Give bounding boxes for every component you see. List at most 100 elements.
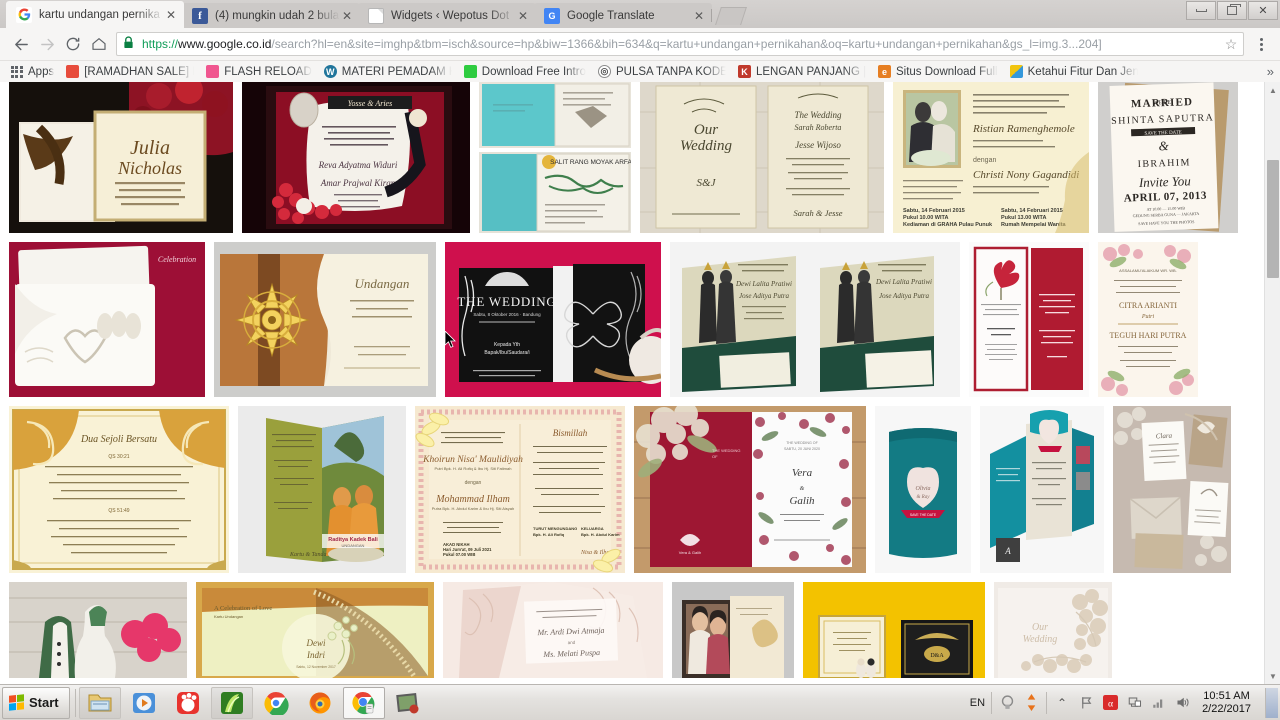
bookmark-label: FLASH RELOAD (224, 65, 312, 78)
result-javanese-couple-photo-card[interactable]: Raditya Kadek Bali UNDANGAN Kartu & Tand… (238, 406, 406, 573)
chrome-menu-icon[interactable] (1250, 37, 1272, 51)
apps-shortcut[interactable]: Apps (4, 62, 60, 81)
tray-divider (991, 691, 993, 714)
signal-icon[interactable] (1149, 694, 1167, 712)
taskbar-media-player[interactable] (123, 687, 165, 719)
result-lace-ribbon-cream-invitation[interactable]: Julia Nicholas (9, 82, 233, 233)
bookmark-label: [RAMADHAN SALE] B (84, 65, 195, 78)
back-icon[interactable] (8, 31, 34, 57)
bookmark-item-0[interactable]: [RAMADHAN SALE] B (60, 62, 200, 81)
taskbar-image-viewer[interactable] (387, 687, 429, 719)
minimize-button[interactable] (1186, 1, 1216, 20)
language-indicator[interactable]: EN (970, 697, 985, 709)
result-frangipani-pink-border-invitation[interactable]: Khoirun Nisa' Maulidiyah Putri Bpk. H. A… (415, 406, 625, 573)
svg-text:Putri Bpk. H. Ali Rofiq & Ibu: Putri Bpk. H. Ali Rofiq & Ibu Hj. Siti F… (435, 466, 512, 471)
antivirus-icon[interactable]: α (1101, 694, 1119, 712)
taskbar-gom-player[interactable] (167, 687, 209, 719)
result-floral-border-cream-invitation[interactable]: ASSALAMU'ALAIKUM WR. WB. CITRA ARIANTI P… (1098, 242, 1198, 397)
home-icon[interactable] (86, 31, 112, 57)
svg-text:Kartu Undangan: Kartu Undangan (214, 614, 243, 619)
taskbar-kmplayer[interactable] (210, 686, 253, 719)
result-white-embossed-heart-envelope[interactable]: Celebration (9, 242, 205, 397)
scrollbar-thumb[interactable] (1267, 160, 1279, 278)
svg-text:Wedding: Wedding (1023, 634, 1058, 645)
address-bar[interactable]: https://www.google.co.id/search?hl=en&si… (116, 32, 1244, 56)
result-our-wedding-cream-pair[interactable]: Our Wedding S&J The Wedding Sarah Robert… (640, 82, 884, 233)
bookmark-item-5[interactable]: K LENGAN PANJANG | (732, 62, 872, 81)
result-bride-groom-figurine-card[interactable] (9, 582, 187, 678)
page-scrollbar[interactable]: ▲ ▼ (1264, 82, 1280, 684)
bookmark-item-6[interactable]: e Situs Download Full (872, 62, 1004, 81)
idm-icon[interactable] (998, 694, 1016, 712)
svg-text:A: A (1004, 546, 1011, 556)
tab-close-icon[interactable]: ✕ (340, 10, 354, 22)
tab-close-icon[interactable]: ✕ (692, 10, 706, 22)
new-tab-button[interactable] (715, 7, 747, 25)
show-desktop-button[interactable] (1265, 687, 1278, 718)
tab-3[interactable]: G Google Translate ✕ (534, 3, 712, 28)
bookmarks-overflow-icon[interactable]: » (1267, 64, 1274, 79)
forward-icon[interactable] (34, 31, 60, 57)
taskbar-file-explorer[interactable] (78, 686, 121, 719)
tab-1[interactable]: f (4) mungkin udah 2 bula ✕ (182, 3, 360, 28)
result-teal-pocket-fold-closed[interactable]: Olivia & Ray SAVE THE DATE (875, 406, 971, 573)
result-gold-mandala-brown-invitation[interactable]: Undangan (214, 242, 436, 397)
tab-0[interactable]: kartu undangan pernika ✕ (6, 1, 184, 28)
taskbar-mozilla-firefox[interactable] (299, 687, 341, 719)
volume-icon[interactable] (1173, 694, 1191, 712)
bookmark-item-4[interactable]: ◎ PULSA TANPA KODE (592, 62, 732, 81)
svg-text:Bapak/Ibu/Saudara/i: Bapak/Ibu/Saudara/i (484, 350, 529, 356)
result-javanese-couple-green-folder[interactable]: Dewi Lalita Pratiwi Jose Aditya Putra De… (670, 242, 960, 397)
result-maroon-frame-invitation[interactable]: Yosse & Aries Reva Adyatma Widuri Amar P… (242, 82, 470, 233)
tab-close-icon[interactable]: ✕ (516, 10, 530, 22)
result-ornate-gold-corner-invitation[interactable]: Dua Sejoli Bersatu QS 30:21 QS 51:49 (9, 406, 229, 573)
tab-2[interactable]: Widgets ‹ Wepotus Dot ✕ (358, 3, 536, 28)
maximize-button[interactable] (1217, 1, 1247, 20)
svg-text:SALIT RANG MOYAK ARFA: SALIT RANG MOYAK ARFA (550, 159, 631, 166)
taskbar-clock[interactable]: 10:51 AM 2/22/2017 (1197, 690, 1256, 716)
result-rustic-kraft-flatlay-suite[interactable]: Clara (1113, 406, 1231, 573)
result-teal-envelope-map-invitation[interactable]: SALIT RANG MOYAK ARFA (479, 82, 631, 233)
scroll-down-icon[interactable]: ▼ (1265, 668, 1280, 684)
results-row-2: Celebration Undangan THE WEDDING Sabtu, … (0, 242, 1280, 397)
close-button[interactable]: ✕ (1248, 1, 1278, 20)
svg-text:Kediaman di GRAHA Pulau Punuk: Kediaman di GRAHA Pulau Punuk (903, 222, 993, 228)
show-hidden-icons-icon[interactable]: ⌃ (1053, 694, 1071, 712)
clock-time: 10:51 AM (1203, 689, 1250, 702)
taskbar-google-chrome[interactable] (255, 687, 297, 719)
download-arrows-icon[interactable] (1022, 694, 1040, 712)
svg-text:& Ray: & Ray (917, 495, 931, 500)
url-text: https://www.google.co.id/search?hl=en&si… (142, 37, 1223, 51)
wordpress-icon: W (323, 65, 337, 78)
svg-text:Clara: Clara (1156, 432, 1173, 441)
result-red-white-panel-invitation[interactable] (969, 242, 1089, 397)
result-teal-pocket-fold-open[interactable]: A (980, 406, 1104, 573)
result-yellow-wall-two-invitations[interactable]: D&A (803, 582, 985, 678)
flag-icon[interactable] (1077, 694, 1095, 712)
result-photo-gold-accent-invitation[interactable]: Ristian Ramenghemole dengan Christi Nony… (893, 82, 1089, 233)
result-celebration-of-love-green-card[interactable]: A Celebration of Love Kartu Undangan Dew… (196, 582, 434, 678)
svg-text:D&A: D&A (930, 653, 944, 659)
svg-text:Sabtu, 14 Februari 2015: Sabtu, 14 Februari 2015 (1001, 208, 1063, 214)
bookmark-item-2[interactable]: W MATERI PEMADAM K (318, 62, 458, 81)
bookmark-star-icon[interactable]: ☆ (1223, 36, 1239, 53)
svg-text:Jose Aditya Putra: Jose Aditya Putra (879, 292, 930, 300)
svg-text:Bpk. H. Abdul Karim: Bpk. H. Abdul Karim (581, 532, 620, 537)
bookmark-item-1[interactable]: FLASH RELOAD (200, 62, 318, 81)
result-the-wedding-pearl-white-card[interactable]: Our Wedding (994, 582, 1112, 678)
result-were-getting-married-poster[interactable]: WE'RE MARRIED SHINTA SAPUTRA SAVE THE DA… (1098, 82, 1238, 233)
results-row-4: A Celebration of Love Kartu Undangan Dew… (0, 582, 1280, 678)
network-icon[interactable] (1125, 694, 1143, 712)
start-button[interactable]: Start (2, 686, 70, 719)
bookmark-item-7[interactable]: Ketahui Fitur Dan Jen (1004, 62, 1144, 81)
bookmark-item-3[interactable]: Download Free Intro (458, 62, 592, 81)
svg-text:SAVE THE DATE: SAVE THE DATE (910, 513, 937, 517)
result-the-wedding-black-butterfly[interactable]: THE WEDDING Sabtu, 8 Oktober 2016 · Band… (445, 242, 661, 397)
taskbar-chrome-window[interactable] (342, 686, 385, 719)
reload-icon[interactable] (60, 31, 86, 57)
result-couple-photo-cream-card[interactable] (672, 582, 794, 678)
result-maroon-floral-wood-invitation[interactable]: THE WEDDING OF Vera & Galih THE WEDDING … (634, 406, 866, 573)
tab-close-icon[interactable]: ✕ (164, 9, 178, 21)
scroll-up-icon[interactable]: ▲ (1265, 82, 1280, 98)
result-blush-lasercut-invitation[interactable]: Mr. Ardi Dwi Atmaja and Ms. Melati Puspa (443, 582, 663, 678)
